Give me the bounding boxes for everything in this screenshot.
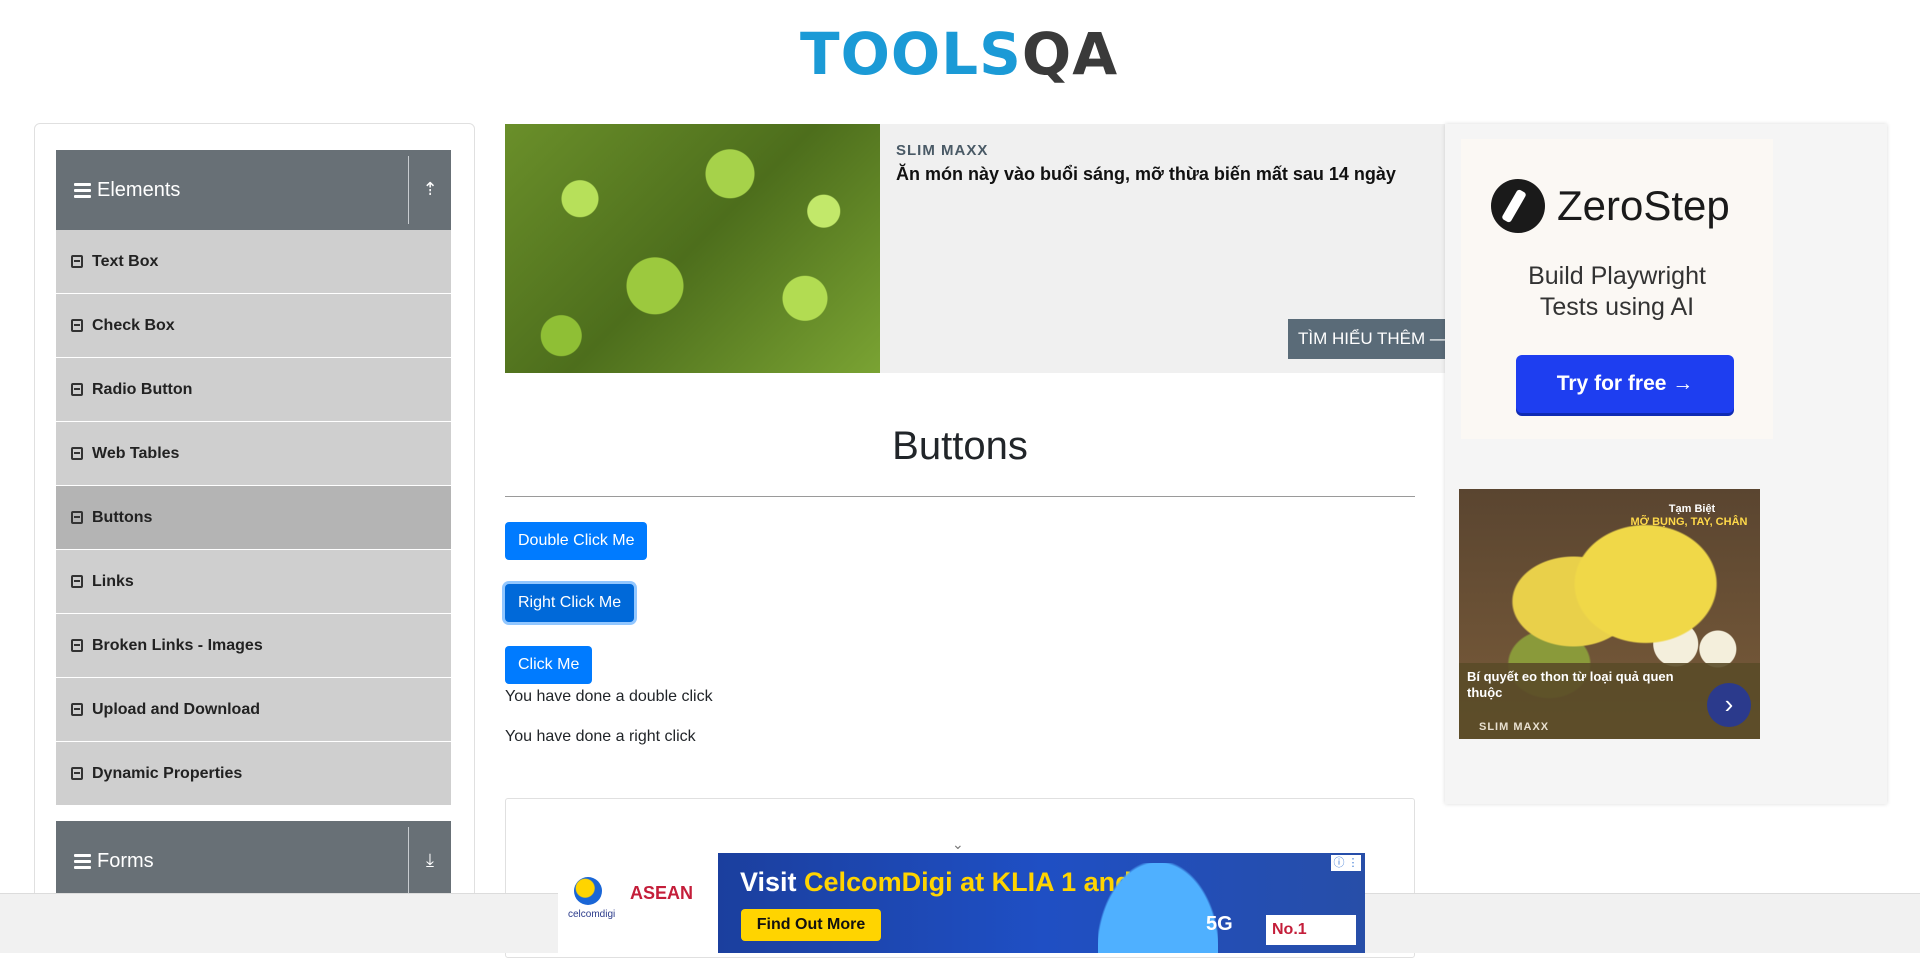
sidebar-item-radio-button[interactable]: Radio Button xyxy=(56,358,451,422)
item-icon xyxy=(71,383,83,396)
ad-learn-more-button[interactable]: TÌM HIỂU THÊM — xyxy=(1288,319,1445,359)
sidebar-item-broken-links[interactable]: Broken Links - Images xyxy=(56,614,451,678)
ad-brand: SLIM MAXX xyxy=(896,142,989,159)
try-for-free-button[interactable]: Try for free → xyxy=(1516,355,1734,413)
sidebar-item-label: Broken Links - Images xyxy=(92,636,263,654)
sidebar-item-label: Check Box xyxy=(92,316,175,334)
celcomdigi-name: celcomdigi xyxy=(568,909,616,920)
item-icon xyxy=(71,319,83,332)
item-icon xyxy=(71,447,83,460)
sidebar-item-buttons[interactable]: Buttons xyxy=(56,486,451,550)
sidebar-item-label: Text Box xyxy=(92,252,159,270)
zerostep-tagline-line1: Build Playwright xyxy=(1528,262,1706,290)
collapse-up-icon[interactable]: ⇡ xyxy=(417,176,443,202)
hamburger-icon xyxy=(74,180,91,201)
zerostep-ad[interactable]: ZeroStep Build Playwright Tests using AI… xyxy=(1461,139,1773,439)
5g-badge: 5G xyxy=(1206,913,1233,935)
sidebar-item-label: Radio Button xyxy=(92,380,193,398)
zerostep-tagline-line2: Tests using AI xyxy=(1539,293,1695,321)
ad-image xyxy=(505,124,880,373)
double-click-button[interactable]: Double Click Me xyxy=(505,522,648,560)
group-header-forms[interactable]: Forms ⤓ xyxy=(56,821,451,901)
group-title-forms: Forms xyxy=(97,849,154,872)
click-me-button[interactable]: Click Me xyxy=(505,646,593,684)
page-title: Buttons xyxy=(892,424,1028,468)
sidebar-item-label: Upload and Download xyxy=(92,700,260,718)
item-icon xyxy=(71,639,83,652)
top-advertisement[interactable]: SLIM MAXX Ăn món này vào buổi sáng, mỡ t… xyxy=(505,124,1445,373)
left-sidebar: Elements ⇡ Text Box Check Box Radio Butt… xyxy=(34,123,475,953)
banana-ad-tag-line2: MỠ BỤNG, TAY, CHÂN xyxy=(1630,516,1748,528)
double-click-message: You have done a double click xyxy=(505,688,713,705)
sidebar-item-dynamic-properties[interactable]: Dynamic Properties xyxy=(56,742,451,806)
banana-ad-caption: Bí quyết eo thon từ loại quả quen thuộc xyxy=(1467,669,1674,700)
ad-headline[interactable]: Ăn món này vào buổi sáng, mỡ thừa biến m… xyxy=(896,164,1396,185)
item-icon xyxy=(71,255,83,268)
bottom-advertisement[interactable]: celcomdigi ASEAN Visit CelcomDigi at KLI… xyxy=(558,853,1365,953)
zerostep-logo-icon xyxy=(1491,179,1545,233)
zerostep-logo: ZeroStep xyxy=(1491,179,1730,233)
globe-skyline-image xyxy=(1098,863,1218,953)
right-click-message: You have done a right click xyxy=(505,728,696,745)
sidebar-item-upload-download[interactable]: Upload and Download xyxy=(56,678,451,742)
sidebar-item-web-tables[interactable]: Web Tables xyxy=(56,422,451,486)
sidebar-item-links[interactable]: Links xyxy=(56,550,451,614)
group-divider xyxy=(408,156,409,224)
sidebar-item-label: Dynamic Properties xyxy=(92,764,243,782)
expand-down-icon[interactable]: ⤓ xyxy=(417,847,443,873)
logo-text: TOOLSQA xyxy=(800,20,1119,88)
group-title-elements: Elements xyxy=(97,178,181,201)
asean-logo: ASEAN xyxy=(630,883,694,903)
item-icon xyxy=(71,703,83,716)
toolsqa-logo[interactable]: TOOLSQA xyxy=(800,14,1125,90)
elements-menu-list: Text Box Check Box Radio Button Web Tabl… xyxy=(56,230,451,806)
adchoices-icon[interactable]: ⓘ ⋮ xyxy=(1331,855,1361,871)
banana-ad-tag-line1: Tạm Biệt xyxy=(1668,503,1716,515)
zerostep-tagline: Build Playwright Tests using AI xyxy=(1461,261,1773,323)
group-divider xyxy=(408,827,409,895)
celcomdigi-mark-icon xyxy=(574,877,602,905)
sidebar-item-label: Buttons xyxy=(92,508,153,526)
right-advertisement: ZeroStep Build Playwright Tests using AI… xyxy=(1445,124,1887,804)
sidebar-item-check-box[interactable]: Check Box xyxy=(56,294,451,358)
chevron-right-icon[interactable]: › xyxy=(1707,683,1751,727)
sidebar-item-label: Web Tables xyxy=(92,444,180,462)
title-divider xyxy=(505,496,1415,497)
sidebar-item-label: Links xyxy=(92,572,134,590)
site-header: TOOLSQA xyxy=(0,0,1920,110)
no1-badge: No.1 xyxy=(1266,915,1356,945)
bottom-ad-headline: Visit CelcomDigi at KLIA 1 and 2 xyxy=(740,867,1155,897)
chevron-down-icon[interactable]: ⌄ xyxy=(952,836,964,853)
item-icon xyxy=(71,511,83,524)
form-icon xyxy=(74,851,91,872)
banana-ad[interactable]: Tạm Biệt MỠ BỤNG, TAY, CHÂN Bí quyết eo … xyxy=(1459,489,1760,739)
zerostep-name: ZeroStep xyxy=(1557,182,1730,229)
item-icon xyxy=(71,575,83,588)
right-click-button[interactable]: Right Click Me xyxy=(505,584,635,622)
sidebar-item-text-box[interactable]: Text Box xyxy=(56,230,451,294)
item-icon xyxy=(71,767,83,780)
find-out-more-button[interactable]: Find Out More xyxy=(741,909,881,941)
banana-ad-brand: SLIM MAXX xyxy=(1479,721,1550,733)
group-header-elements[interactable]: Elements ⇡ xyxy=(56,150,451,230)
